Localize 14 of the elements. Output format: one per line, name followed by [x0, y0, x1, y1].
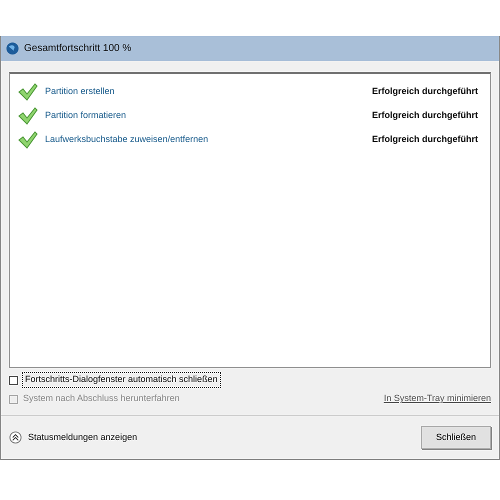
task-status: Erfolgreich durchgeführt [372, 85, 478, 98]
task-status: Erfolgreich durchgeführt [372, 133, 478, 146]
window-title: Gesamtfortschritt 100 % [24, 42, 132, 56]
task-name: Partition formatieren [45, 109, 128, 122]
checkbox-label: Fortschritts-Dialogfenster automatisch schließen [23, 373, 220, 387]
status-messages-toggle[interactable]: Statusmeldungen anzeigen [9, 430, 138, 444]
task-name: Laufwerksbuchstabe zuweisen/entfernen [45, 133, 210, 146]
task-name: Partition erstellen [45, 85, 116, 98]
checkbox-label: System nach Abschluss herunterfahren [23, 392, 180, 406]
checkbox[interactable] [9, 376, 18, 384]
minimize-to-tray-link[interactable]: In System-Tray minimieren [384, 392, 491, 406]
globe-icon [6, 42, 19, 55]
task-status: Erfolgreich durchgeführt [372, 109, 478, 122]
close-button[interactable]: Schließen [420, 426, 491, 449]
